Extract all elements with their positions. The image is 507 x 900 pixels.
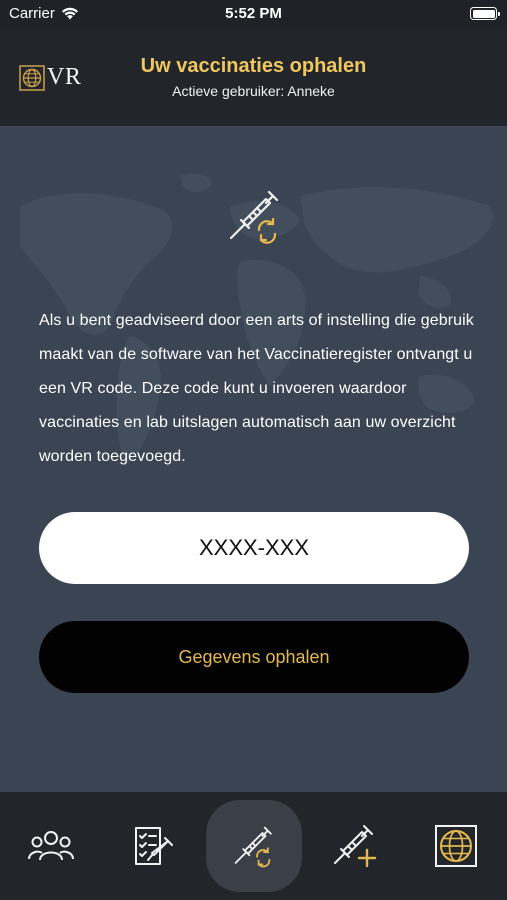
syringe-sync-icon xyxy=(229,190,279,244)
page-title: Uw vaccinaties ophalen xyxy=(140,55,367,77)
tab-fetch-vaccinations[interactable] xyxy=(206,800,302,892)
syringe-sync-icon xyxy=(234,826,272,868)
vr-code-input[interactable] xyxy=(39,512,469,584)
tab-travel-globe[interactable] xyxy=(408,800,504,892)
tab-add-vaccination[interactable] xyxy=(307,800,403,892)
syringe-add-icon xyxy=(334,825,377,868)
instructions-text: Als u bent geadviseerd door een arts of … xyxy=(39,312,474,465)
fetch-data-button[interactable]: Gegevens ophalen xyxy=(39,621,469,693)
globe-icon xyxy=(435,825,477,867)
main-content: Als u bent geadviseerd door een arts of … xyxy=(0,126,507,792)
users-icon xyxy=(28,831,74,861)
battery-icon xyxy=(470,7,500,20)
active-user-label: Actieve gebruiker: Anneke xyxy=(172,83,335,99)
status-bar: Carrier 5:52 PM xyxy=(0,0,507,30)
tab-bar xyxy=(0,792,507,900)
checklist-syringe-icon xyxy=(135,827,173,865)
header: VR Uw vaccinaties ophalen Actieve gebrui… xyxy=(0,30,507,126)
tab-vaccination-overview[interactable] xyxy=(107,800,203,892)
tab-users[interactable] xyxy=(3,800,99,892)
status-time: 5:52 PM xyxy=(225,5,282,22)
